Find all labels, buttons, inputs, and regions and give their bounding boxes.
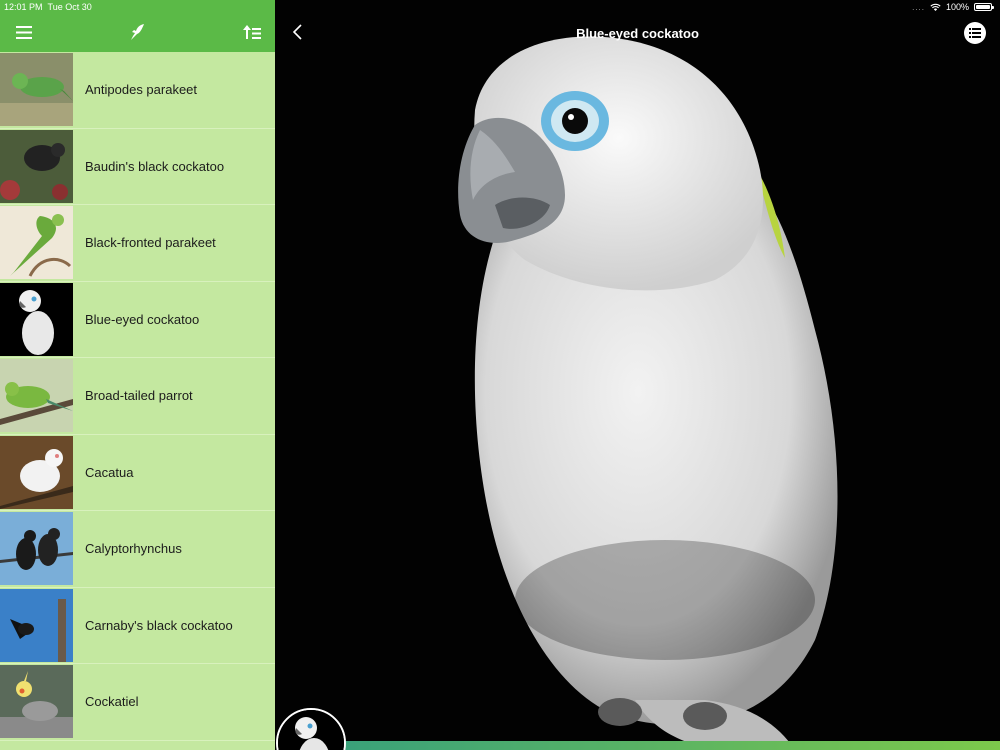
page-title: Blue-eyed cockatoo [576,26,699,41]
list-item[interactable]: Cockatiel [0,664,275,741]
menu-icon[interactable] [12,20,36,44]
sidebar: Antipodes parakeet Baudin's black cockat… [0,0,275,750]
list-item[interactable]: Antipodes parakeet [0,52,275,129]
list-icon[interactable] [964,22,986,44]
thumbnail [0,129,73,203]
status-right: .... 100% [912,2,994,12]
thumbnail [0,282,73,356]
bird-photo [275,0,1000,750]
thumbnail [0,665,73,738]
sort-icon[interactable] [240,20,264,44]
battery-icon [974,3,994,11]
status-bar: 12:01 PM Tue Oct 30 .... 100% [0,0,1000,14]
detail-view: Blue-eyed cockatoo [275,0,1000,750]
list-item[interactable]: Blue-eyed cockatoo [0,282,275,358]
list-item[interactable]: Calyptorhynchus [0,511,275,588]
list-item[interactable]: Baudin's black cockatoo [0,129,275,205]
thumbnail [0,206,73,279]
thumbnail [0,359,73,432]
bottom-progress-bar [345,741,1000,750]
list-item[interactable]: Cacatua [0,435,275,511]
thumbnail [0,53,73,126]
signal-icon: .... [912,2,925,12]
list-item[interactable]: Broad-tailed parrot [0,358,275,435]
list-item[interactable]: Black-fronted parakeet [0,205,275,282]
wifi-icon [930,3,941,11]
list-item[interactable]: Carnaby's black cockatoo [0,588,275,664]
status-time: 12:01 PM Tue Oct 30 [4,2,92,12]
thumbnail [0,588,73,662]
species-list: Antipodes parakeet Baudin's black cockat… [0,52,275,741]
detail-header: Blue-eyed cockatoo [275,14,1000,54]
bird-icon[interactable] [125,20,149,44]
thumbnail [0,435,73,509]
battery-percent: 100% [945,2,969,12]
thumbnail [0,512,73,585]
